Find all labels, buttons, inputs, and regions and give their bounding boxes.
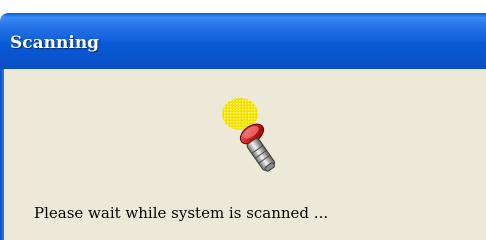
flashlight-handle xyxy=(246,137,276,172)
flashlight-scan-icon xyxy=(222,98,276,172)
window-frame-left xyxy=(0,69,4,240)
window-title: Scanning xyxy=(10,33,100,53)
title-bar[interactable]: Scanning xyxy=(0,13,486,69)
status-message: Please wait while system is scanned ... xyxy=(34,204,329,222)
